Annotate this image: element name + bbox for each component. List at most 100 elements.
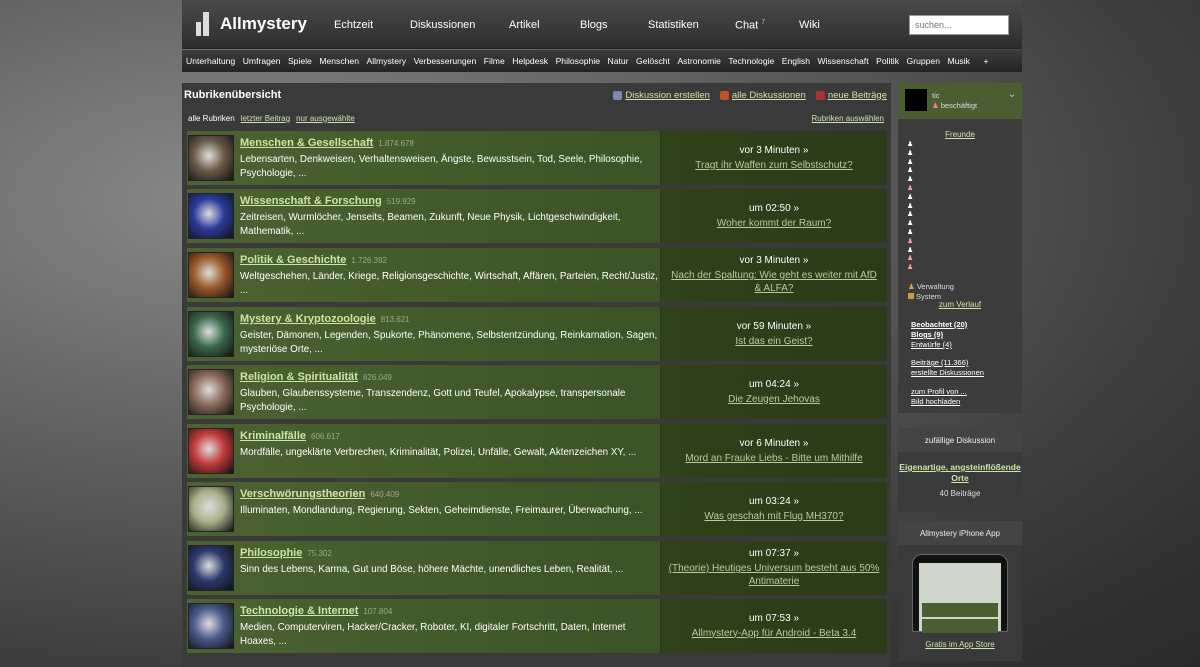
app-store-link[interactable]: Gratis im App Store [925, 640, 994, 649]
category-thumbnail[interactable] [188, 428, 234, 474]
category-15[interactable]: Politik [876, 56, 899, 66]
category-title[interactable]: Mystery & Kryptozoologie [240, 313, 376, 325]
category-thumbnail[interactable] [188, 252, 234, 298]
category-thumbnail[interactable] [188, 369, 234, 415]
avatar[interactable] [905, 89, 927, 111]
category-thumbnail[interactable] [188, 486, 234, 532]
category-10[interactable]: Gelöscht [636, 56, 670, 66]
history-link[interactable]: zum Verlauf [939, 300, 981, 309]
friend-person-icon[interactable]: ♟ [907, 194, 913, 203]
last-post-time[interactable]: vor 3 Minuten » [740, 145, 809, 156]
last-post-time[interactable]: um 07:53 » [749, 613, 799, 624]
last-post-link[interactable]: Woher kommt der Raum? [711, 217, 837, 230]
last-post-time[interactable]: um 03:24 » [749, 496, 799, 507]
site-logo[interactable]: Allmystery [196, 12, 336, 36]
nav-echtzeit[interactable]: Echtzeit [334, 19, 373, 31]
profile-link[interactable]: zum Profil von ... [911, 387, 967, 397]
friend-person-icon[interactable]: ♟ [907, 211, 913, 220]
last-post-time[interactable]: um 07:37 » [749, 548, 799, 559]
category-title[interactable]: Religion & Spiritualität [240, 371, 358, 383]
category-thumbnail[interactable] [188, 603, 234, 649]
filter-last-post[interactable]: letzter Beitrag [241, 114, 290, 123]
friend-person-icon[interactable]: ♟ [907, 238, 913, 247]
created-discussions-link[interactable]: erstellte Diskussionen [911, 368, 984, 378]
category-7[interactable]: Helpdesk [512, 56, 548, 66]
last-post-time[interactable]: um 04:24 » [749, 379, 799, 390]
category-13[interactable]: English [782, 56, 810, 66]
last-post-link[interactable]: Ist das ein Geist? [729, 335, 818, 348]
category-14[interactable]: Wissenschaft [817, 56, 868, 66]
nav-diskussionen[interactable]: Diskussionen [410, 19, 475, 31]
user-status[interactable]: ♟ beschäftigt [932, 101, 977, 110]
friend-person-icon[interactable]: ♟ [907, 150, 913, 159]
friend-person-icon[interactable]: ♟ [907, 176, 913, 185]
category-2[interactable]: Spiele [288, 56, 312, 66]
blogs-link[interactable]: Blogs (9) [911, 330, 967, 340]
category-description: Geister, Dämonen, Legenden, Spukorte, Ph… [240, 330, 658, 355]
friend-person-icon[interactable]: ♟ [907, 229, 913, 238]
nav-artikel[interactable]: Artikel [509, 19, 540, 31]
category-5[interactable]: Verbesserungen [414, 56, 477, 66]
friend-person-icon[interactable]: ♟ [907, 255, 913, 264]
last-post-link[interactable]: Allmystery-App für Android - Beta 3.4 [686, 627, 863, 640]
category-title[interactable]: Politik & Geschichte [240, 254, 346, 266]
category-title[interactable]: Verschwörungstheorien [240, 488, 365, 500]
new-posts-link[interactable]: neue Beiträge [828, 90, 887, 101]
category-title[interactable]: Kriminalfälle [240, 430, 306, 442]
category-18[interactable]: + [983, 56, 988, 66]
posts-link[interactable]: Beiträge (11.366) [911, 358, 984, 368]
nav-blogs[interactable]: Blogs [580, 19, 608, 31]
upload-image-link[interactable]: Bild hochladen [911, 397, 967, 407]
drafts-link[interactable]: Entwürfe (4) [911, 340, 967, 350]
category-12[interactable]: Technologie [728, 56, 774, 66]
last-post-time[interactable]: vor 6 Minuten » [740, 438, 809, 449]
category-thumbnail[interactable] [188, 545, 234, 591]
search-input[interactable] [909, 15, 1009, 35]
category-11[interactable]: Astronomie [677, 56, 720, 66]
category-1[interactable]: Umfragen [243, 56, 281, 66]
last-post-link[interactable]: Die Zeugen Jehovas [722, 393, 826, 406]
filter-all-categories[interactable]: alle Rubriken [188, 114, 235, 123]
chevron-down-icon[interactable]: ⌄ [1008, 89, 1016, 100]
category-title[interactable]: Philosophie [240, 547, 302, 559]
last-post-time[interactable]: vor 59 Minuten » [737, 321, 812, 332]
category-17[interactable]: Musik [947, 56, 969, 66]
all-discussions-link[interactable]: alle Diskussionen [732, 90, 806, 101]
friend-person-icon[interactable]: ♟ [907, 185, 913, 194]
category-title[interactable]: Menschen & Gesellschaft [240, 137, 373, 149]
last-post-time[interactable]: vor 3 Minuten » [740, 255, 809, 266]
last-post-link[interactable]: Mord an Frauke Liebs - Bitte um Mithilfe [679, 452, 868, 465]
friend-person-icon[interactable]: ♟ [907, 264, 913, 273]
username[interactable]: tic [932, 91, 940, 100]
category-16[interactable]: Gruppen [907, 56, 940, 66]
friend-person-icon[interactable]: ♟ [907, 220, 913, 229]
nav-chat[interactable]: Chat 7 [735, 19, 765, 32]
friend-person-icon[interactable]: ♟ [907, 167, 913, 176]
watched-link[interactable]: Beobachtet (20) [911, 320, 967, 330]
category-title[interactable]: Wissenschaft & Forschung [240, 195, 382, 207]
last-post-link[interactable]: Tragt ihr Waffen zum Selbstschutz? [689, 159, 858, 172]
last-post-link[interactable]: Nach der Spaltung: Wie geht es weiter mi… [661, 269, 887, 295]
category-thumbnail[interactable] [188, 193, 234, 239]
nav-statistiken[interactable]: Statistiken [648, 19, 699, 31]
category-thumbnail[interactable] [188, 311, 234, 357]
category-6[interactable]: Filme [484, 56, 505, 66]
category-4[interactable]: Allmystery [367, 56, 407, 66]
last-post-link[interactable]: Was geschah mit Flug MH370? [698, 510, 849, 523]
category-3[interactable]: Menschen [319, 56, 359, 66]
random-discussion-link[interactable]: Eigenartige, angsteinflößende Orte [899, 462, 1020, 483]
friends-link[interactable]: Freunde [945, 130, 975, 139]
category-thumbnail[interactable] [188, 135, 234, 181]
phone-image[interactable] [912, 554, 1008, 633]
nav-wiki[interactable]: Wiki [799, 19, 820, 31]
friend-person-icon[interactable]: ♟ [907, 141, 913, 150]
category-9[interactable]: Natur [608, 56, 629, 66]
last-post-time[interactable]: um 02:50 » [749, 203, 799, 214]
last-post-link[interactable]: (Theorie) Heutiges Universum besteht aus… [661, 562, 887, 588]
choose-categories-link[interactable]: Rubriken auswählen [812, 114, 885, 123]
create-discussion-link[interactable]: Diskussion erstellen [625, 90, 709, 101]
category-title[interactable]: Technologie & Internet [240, 605, 358, 617]
category-0[interactable]: Unterhaltung [186, 56, 235, 66]
filter-selected-only[interactable]: nur ausgewählte [296, 114, 355, 123]
category-8[interactable]: Philosophie [556, 56, 600, 66]
